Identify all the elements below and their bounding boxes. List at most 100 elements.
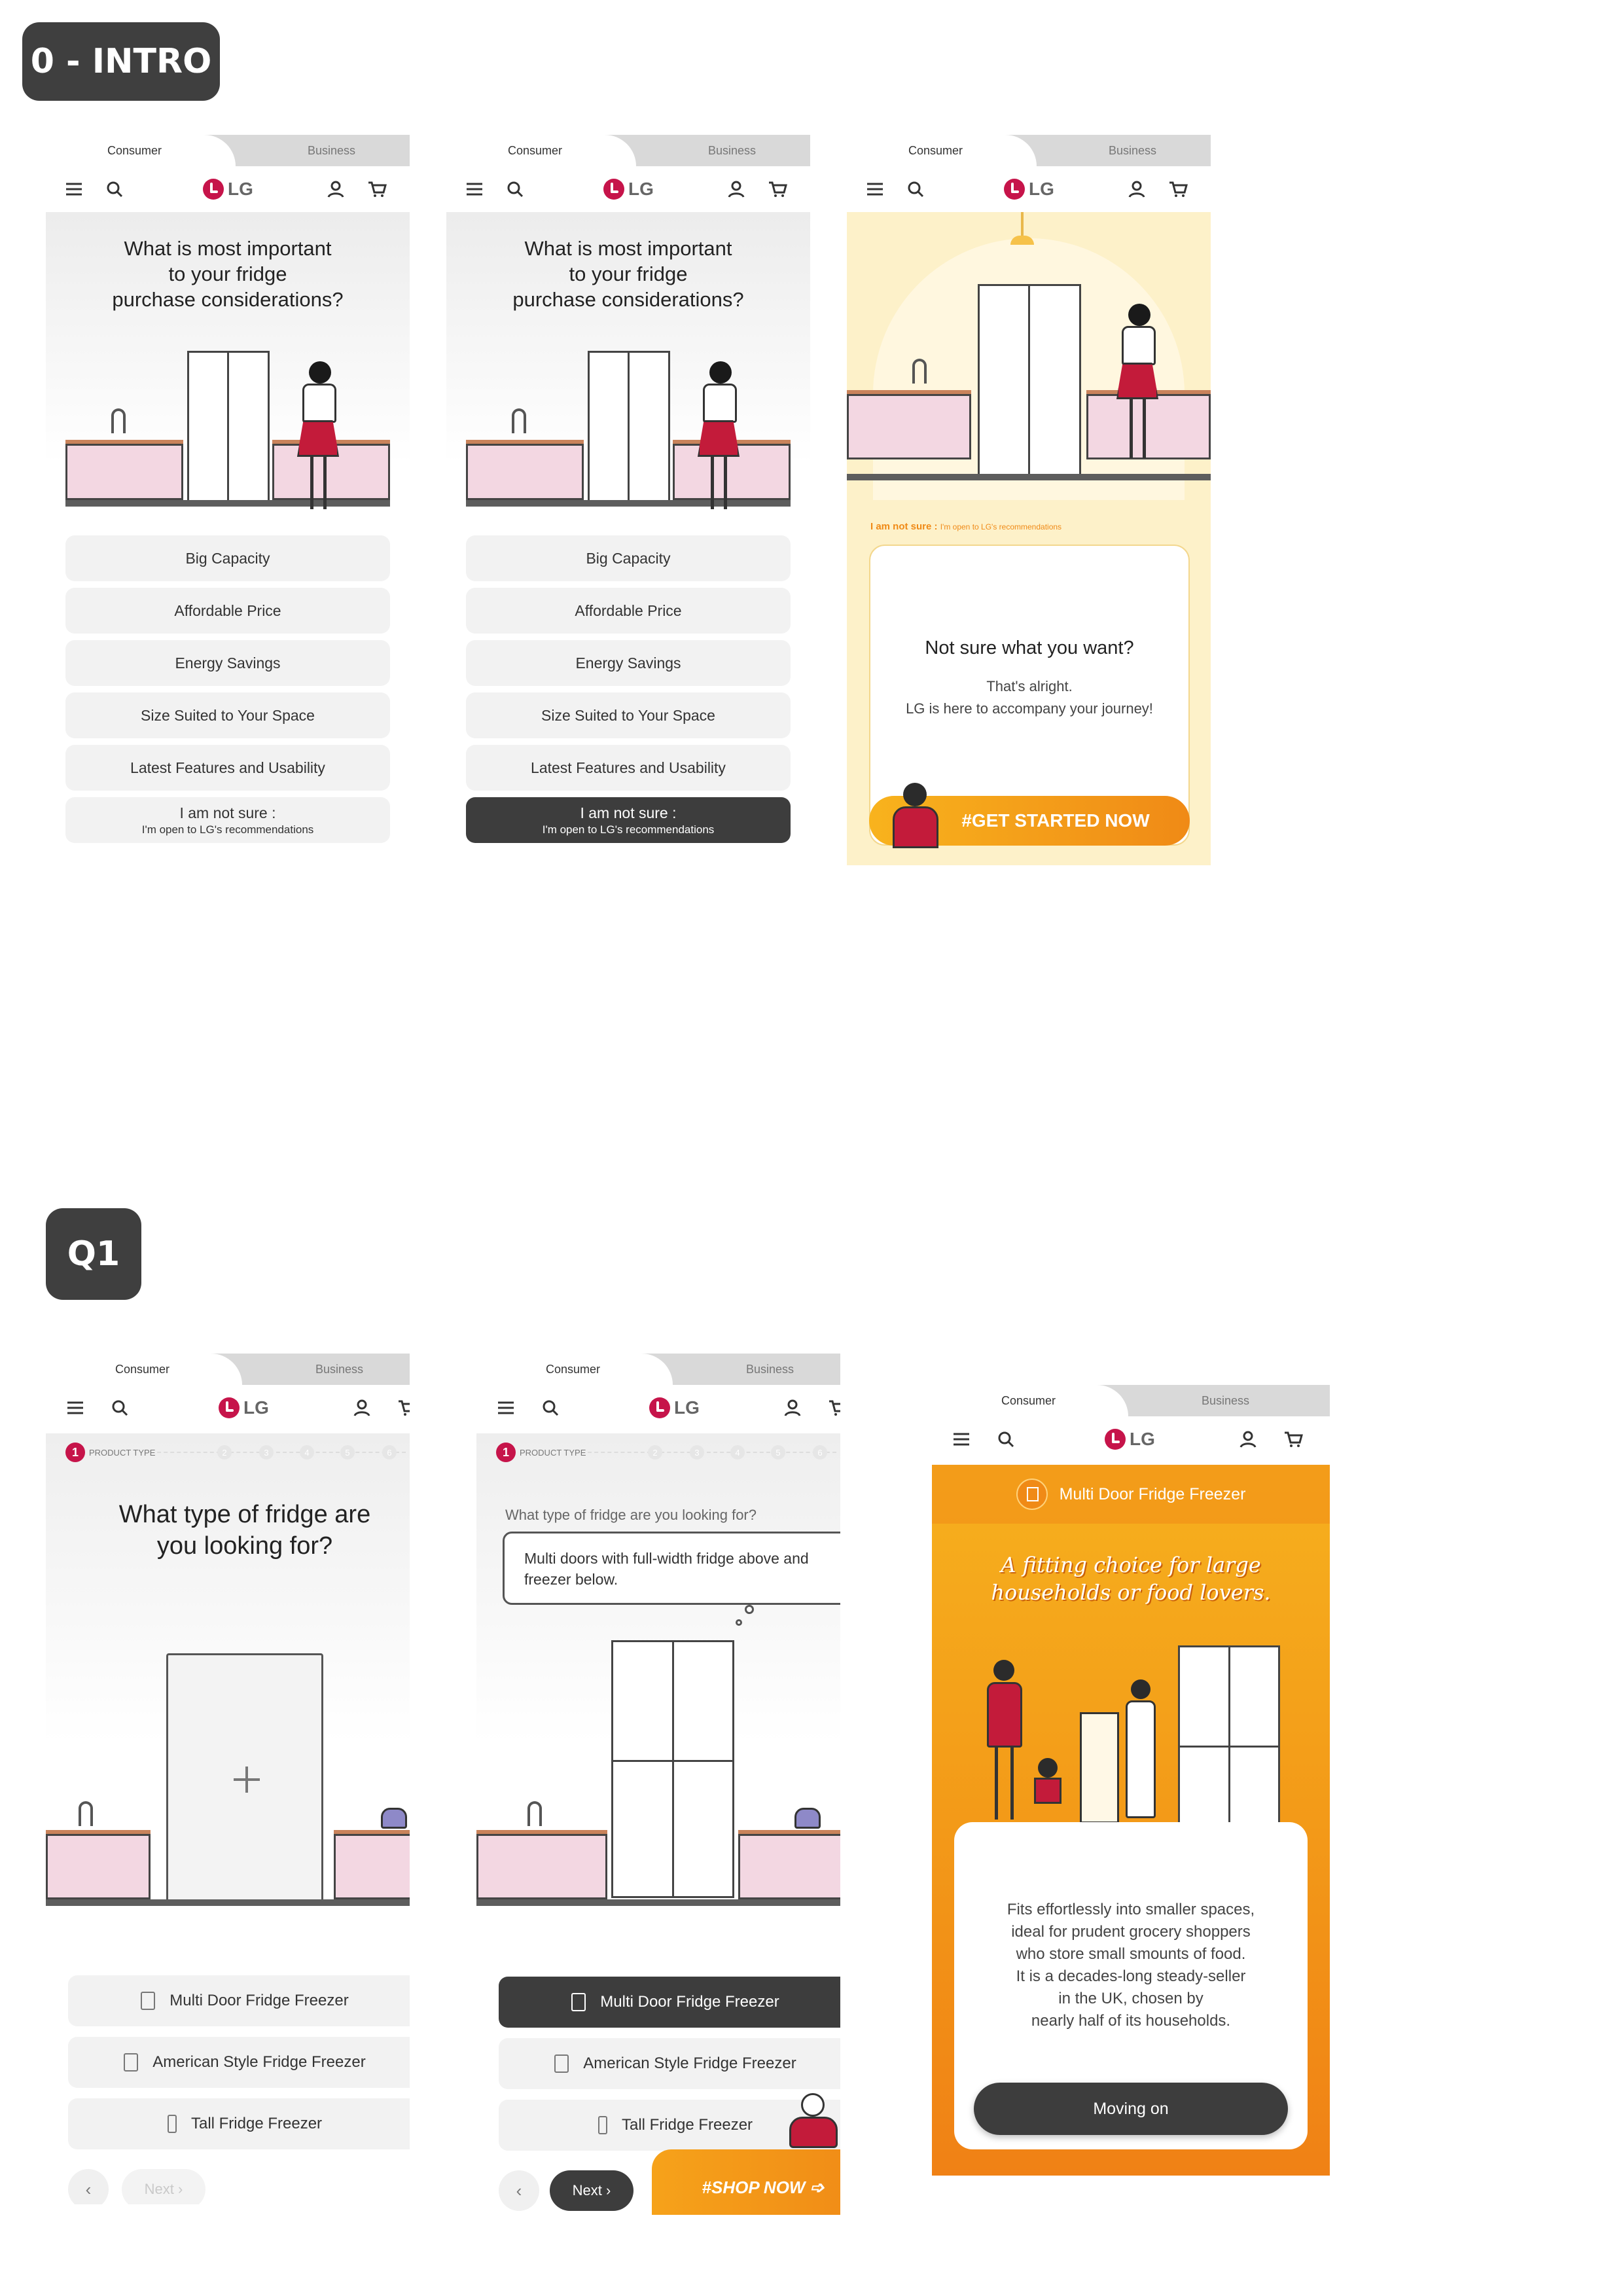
lg-logo[interactable]: LG: [203, 178, 253, 200]
multi-door-fridge-illustration: [611, 1640, 734, 1898]
previous-button[interactable]: ‹: [499, 2170, 539, 2211]
site-header: LG: [932, 1416, 1330, 1465]
option-not-sure[interactable]: I am not sure : I'm open to LG's recommen…: [65, 797, 390, 843]
tab-business[interactable]: Business: [1037, 135, 1211, 166]
option-label: Size Suited to Your Space: [141, 706, 315, 724]
search-icon[interactable]: [103, 178, 126, 200]
question-line-3: purchase considerations?: [512, 288, 744, 311]
step-dot: 3: [690, 1445, 704, 1460]
search-icon[interactable]: [904, 178, 927, 200]
headline-line-1: A fitting choice for large: [1001, 1552, 1261, 1577]
tab-consumer[interactable]: Consumer: [46, 1354, 242, 1385]
shop-now-label: #SHOP NOW ➩: [702, 2177, 825, 2197]
selected-answer: I am not sure : I'm open to LG's recomme…: [870, 521, 1061, 532]
cart-icon[interactable]: [366, 178, 389, 200]
tab-consumer[interactable]: Consumer: [847, 135, 1037, 166]
tab-consumer[interactable]: Consumer: [446, 135, 636, 166]
tab-business-label: Business: [1109, 144, 1157, 157]
account-icon[interactable]: [781, 1397, 804, 1419]
option-american-style[interactable]: American Style Fridge Freezer: [68, 2037, 410, 2088]
menu-icon[interactable]: [950, 1428, 972, 1450]
question-line-1: What is most important: [524, 237, 732, 260]
option-not-sure-selected[interactable]: I am not sure : I'm open to LG's recommen…: [466, 797, 791, 843]
lg-logo[interactable]: LG: [649, 1397, 700, 1419]
q1-detail-screen: Consumer Business LG Multi Door Fridge F…: [932, 1385, 1330, 2176]
selected-answer-label: I am not sure :: [870, 521, 938, 532]
lg-logo-text: LG: [1029, 179, 1054, 199]
search-icon[interactable]: [995, 1428, 1017, 1450]
search-icon[interactable]: [539, 1397, 562, 1419]
tab-business[interactable]: Business: [1128, 1385, 1330, 1416]
option-size-suited[interactable]: Size Suited to Your Space: [466, 692, 791, 738]
account-icon[interactable]: [1126, 178, 1148, 200]
description-card: Fits effortlessly into smaller spaces, i…: [954, 1822, 1308, 2149]
question-small: What type of fridge are you looking for?: [505, 1507, 757, 1523]
menu-icon[interactable]: [495, 1397, 517, 1419]
tab-business-label: Business: [708, 144, 757, 157]
cart-icon[interactable]: [1168, 178, 1190, 200]
option-big-capacity[interactable]: Big Capacity: [466, 535, 791, 581]
previous-button[interactable]: ‹: [68, 2169, 109, 2204]
menu-icon[interactable]: [64, 1397, 86, 1419]
menu-icon[interactable]: [63, 178, 85, 200]
description-line: in the UK, chosen by: [1058, 1990, 1204, 2007]
step-dot: 3: [259, 1445, 274, 1460]
lamp-icon: [1021, 212, 1024, 236]
account-icon[interactable]: [1237, 1428, 1259, 1450]
lg-logo[interactable]: LG: [1105, 1428, 1155, 1450]
moving-on-button[interactable]: Moving on: [974, 2083, 1288, 2135]
multi-door-icon: [1016, 1479, 1048, 1510]
option-american-style[interactable]: American Style Fridge Freezer: [499, 2038, 840, 2089]
option-label: American Style Fridge Freezer: [152, 2053, 366, 2071]
cart-icon[interactable]: [397, 1397, 410, 1419]
next-button[interactable]: Next ›: [550, 2170, 633, 2211]
lg-logo-text: LG: [1130, 1429, 1155, 1449]
tab-business[interactable]: Business: [636, 135, 810, 166]
tab-consumer[interactable]: Consumer: [932, 1385, 1128, 1416]
multi-door-icon: [141, 1992, 156, 2010]
kitchen-scene: [847, 212, 1211, 500]
option-size-suited[interactable]: Size Suited to Your Space: [65, 692, 390, 738]
description-line: Fits effortlessly into smaller spaces,: [1007, 1901, 1255, 1918]
lg-logo[interactable]: LG: [1004, 178, 1054, 200]
option-latest-features[interactable]: Latest Features and Usability: [466, 745, 791, 791]
option-multi-door-selected[interactable]: Multi Door Fridge Freezer: [499, 1977, 840, 2028]
next-label: Next ›: [144, 2181, 183, 2197]
tab-business[interactable]: Business: [242, 1354, 410, 1385]
tab-consumer[interactable]: Consumer: [46, 135, 236, 166]
cart-icon[interactable]: [1283, 1428, 1305, 1450]
option-energy-savings[interactable]: Energy Savings: [466, 640, 791, 686]
lg-logo[interactable]: LG: [603, 178, 654, 200]
tab-consumer[interactable]: Consumer: [476, 1354, 673, 1385]
tab-consumer-label: Consumer: [546, 1363, 601, 1376]
search-icon[interactable]: [109, 1397, 131, 1419]
search-icon[interactable]: [504, 178, 526, 200]
tab-business[interactable]: Business: [673, 1354, 840, 1385]
woman-illustration: [709, 361, 732, 384]
cart-icon[interactable]: [827, 1397, 840, 1419]
tab-consumer-label: Consumer: [908, 144, 963, 157]
account-icon[interactable]: [725, 178, 747, 200]
next-button-disabled[interactable]: Next ›: [122, 2169, 205, 2204]
tab-business[interactable]: Business: [236, 135, 410, 166]
option-latest-features[interactable]: Latest Features and Usability: [65, 745, 390, 791]
option-sublabel: I'm open to LG's recommendations: [141, 823, 314, 836]
menu-icon[interactable]: [864, 178, 886, 200]
tab-consumer-label: Consumer: [1001, 1394, 1056, 1407]
cart-icon[interactable]: [767, 178, 789, 200]
option-multi-door[interactable]: Multi Door Fridge Freezer: [68, 1975, 410, 2026]
lg-logo[interactable]: LG: [219, 1397, 269, 1419]
option-energy-savings[interactable]: Energy Savings: [65, 640, 390, 686]
option-big-capacity[interactable]: Big Capacity: [65, 535, 390, 581]
option-affordable-price[interactable]: Affordable Price: [466, 588, 791, 634]
account-icon[interactable]: [325, 178, 347, 200]
shop-now-button[interactable]: #SHOP NOW ➩: [652, 2149, 840, 2215]
option-affordable-price[interactable]: Affordable Price: [65, 588, 390, 634]
option-tall-fridge[interactable]: Tall Fridge Freezer: [68, 2098, 410, 2149]
step-dot: 4: [730, 1445, 745, 1460]
answer-bubble: Multi doors with full-width fridge above…: [503, 1532, 840, 1605]
step-dot: 2: [648, 1445, 662, 1460]
menu-icon[interactable]: [463, 178, 486, 200]
account-icon[interactable]: [351, 1397, 373, 1419]
multi-door-icon: [571, 1993, 586, 2011]
